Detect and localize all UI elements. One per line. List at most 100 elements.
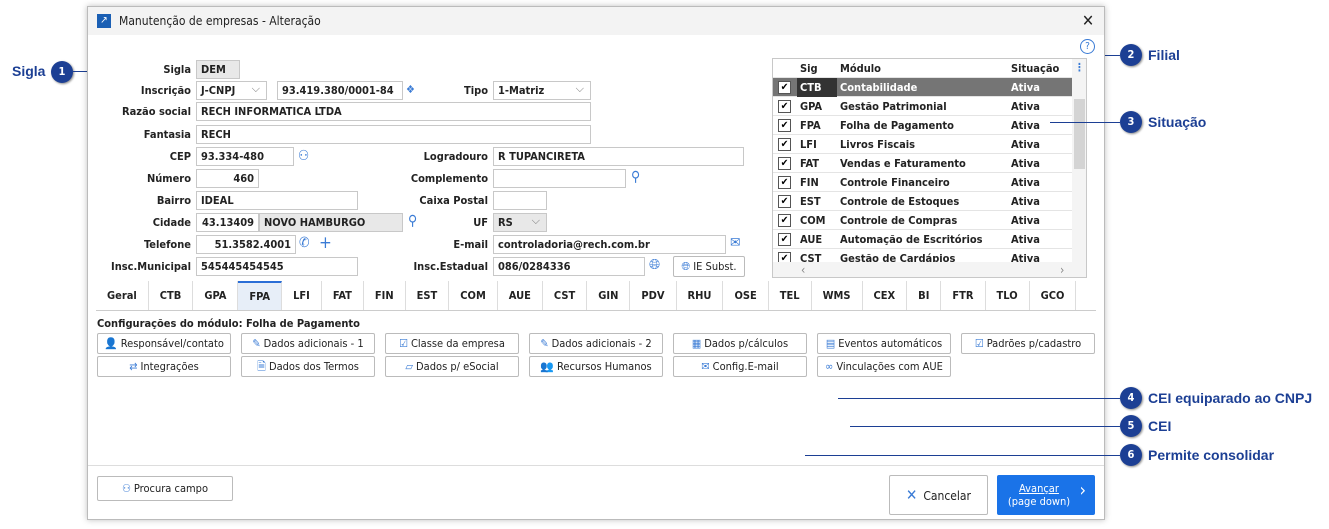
tab-fpa[interactable]: FPA [238, 281, 283, 310]
row-sig: COM [800, 214, 826, 227]
config-button-dados-adicionais-1[interactable]: ✎ Dados adicionais - 1 [241, 333, 375, 354]
module-checkbox[interactable]: ✔ [778, 157, 791, 170]
module-checkbox[interactable]: ✔ [778, 195, 791, 208]
help-icon[interactable]: ? [1080, 39, 1095, 54]
column-menu-icon[interactable]: ⋮ [1072, 61, 1086, 74]
tab-tel[interactable]: TEL [769, 281, 812, 310]
logradouro-field[interactable]: R TUPANCIRETA [493, 147, 744, 166]
tab-ctb[interactable]: CTB [149, 281, 194, 310]
module-checkbox[interactable]: ✔ [778, 119, 791, 132]
grid-row[interactable]: ✔ EST Controle de Estoques Ativa [773, 192, 1072, 211]
config-button-dados-p-c-lculos[interactable]: ▦ Dados p/cálculos [673, 333, 807, 354]
tab-pdv[interactable]: PDV [630, 281, 677, 310]
ie-subst-button[interactable]: 🌐︎ IE Subst. [673, 256, 745, 277]
grid-row[interactable]: ✔ FPA Folha de Pagamento Ativa [773, 116, 1072, 135]
grid-row[interactable]: ✔ LFI Livros Fiscais Ativa [773, 135, 1072, 154]
scroll-right-icon[interactable]: › [1060, 262, 1064, 277]
tab-fat[interactable]: FAT [322, 281, 364, 310]
tab-lfi[interactable]: LFI [282, 281, 322, 310]
horizontal-scrollbar[interactable]: ‹ › [773, 262, 1086, 277]
module-checkbox[interactable]: ✔ [778, 81, 791, 94]
config-button-padr-es-p-cadastro[interactable]: ☑ Padrões p/cadastro [961, 333, 1095, 354]
grid-row[interactable]: ✔ FIN Controle Financeiro Ativa [773, 173, 1072, 192]
tab-aue[interactable]: AUE [498, 281, 543, 310]
complemento-field[interactable] [493, 169, 626, 188]
procura-campo-button[interactable]: ⚇ Procura campo [97, 476, 233, 501]
cancel-button[interactable]: ✕ Cancelar [889, 475, 988, 515]
config-icon: ✎ [252, 337, 261, 350]
grid-row[interactable]: ✔ COM Controle de Compras Ativa [773, 211, 1072, 230]
col-modulo[interactable]: Módulo [837, 59, 881, 78]
config-button-respons-vel-contato[interactable]: 👤 Responsável/contato [97, 333, 231, 354]
config-button-dados-dos-termos[interactable]: 🗎 Dados dos Termos [241, 356, 375, 377]
whatsapp-icon[interactable]: ✆ [299, 234, 310, 253]
advance-button[interactable]: Avançar (page down) › [997, 475, 1095, 515]
tab-gin[interactable]: GIN [587, 281, 631, 310]
fantasia-field[interactable]: RECH [196, 125, 591, 144]
inscricao-type-select[interactable]: J-CNPJ [196, 81, 267, 100]
col-situacao[interactable]: Situação [1008, 59, 1059, 78]
config-icon: ☑ [974, 337, 984, 350]
email-send-icon[interactable]: ✉ [730, 234, 741, 253]
module-checkbox[interactable]: ✔ [778, 214, 791, 227]
config-button-eventos-autom-ticos[interactable]: ▤ Eventos automáticos [817, 333, 951, 354]
config-button-config-e-mail[interactable]: ✉ Config.E-mail [673, 356, 807, 377]
globe-icon[interactable]: 🌐︎ [649, 256, 660, 275]
complemento-label: Complemento [410, 172, 488, 185]
bairro-field[interactable]: IDEAL [196, 191, 358, 210]
tab-bi[interactable]: BI [907, 281, 942, 310]
module-checkbox[interactable]: ✔ [778, 233, 791, 246]
scroll-left-icon[interactable]: ‹ [801, 262, 805, 277]
telefone-field[interactable]: 51.3582.4001 [196, 235, 296, 254]
grid-row[interactable]: ✔ GPA Gestão Patrimonial Ativa [773, 97, 1072, 116]
tab-tlo[interactable]: TLO [986, 281, 1030, 310]
numero-field[interactable]: 460 [196, 169, 259, 188]
col-sig[interactable]: Sig [797, 59, 818, 78]
caixa-postal-field[interactable] [493, 191, 547, 210]
config-button-classe-da-empresa[interactable]: ☑ Classe da empresa [385, 333, 519, 354]
cidade-code-field[interactable]: 43.13409 [196, 213, 259, 232]
tab-rhu[interactable]: RHU [677, 281, 724, 310]
module-checkbox[interactable]: ✔ [778, 176, 791, 189]
config-button-integra-es[interactable]: ⇄ Integrações [97, 356, 231, 377]
insc-estadual-field[interactable]: 086/0284336 [493, 257, 645, 276]
tab-gco[interactable]: GCO [1030, 281, 1077, 310]
module-checkbox[interactable]: ✔ [778, 138, 791, 151]
cep-field[interactable]: 93.334-480 [196, 147, 294, 166]
callout-5: 5 [1120, 415, 1142, 437]
tab-ftr[interactable]: FTR [941, 281, 986, 310]
config-button-recursos-humanos[interactable]: 👥 Recursos Humanos [529, 356, 663, 377]
tab-wms[interactable]: WMS [812, 281, 863, 310]
config-button-dados-adicionais-2[interactable]: ✎ Dados adicionais - 2 [529, 333, 663, 354]
tab-geral[interactable]: Geral [96, 281, 149, 310]
numero-label: Número [146, 172, 191, 185]
config-button-label: Classe da empresa [410, 337, 505, 350]
razao-field[interactable]: RECH INFORMATICA LTDA [196, 102, 591, 121]
module-checkbox[interactable]: ✔ [778, 100, 791, 113]
vertical-scrollbar[interactable]: ⋮ [1072, 59, 1086, 262]
sigla-field[interactable]: DEM [196, 60, 240, 79]
tab-ose[interactable]: OSE [723, 281, 769, 310]
insc-municipal-field[interactable]: 545445454545 [196, 257, 358, 276]
tipo-select[interactable]: 1-Matriz [493, 81, 591, 100]
plus-icon[interactable]: + [319, 234, 332, 253]
cnpj-field[interactable]: 93.419.380/0001-84 [277, 81, 403, 100]
tab-com[interactable]: COM [449, 281, 498, 310]
tab-est[interactable]: EST [406, 281, 450, 310]
uf-select[interactable]: RS [493, 213, 547, 232]
scroll-thumb[interactable] [1074, 99, 1085, 169]
tab-fin[interactable]: FIN [364, 281, 406, 310]
config-button-vincula-es-com-aue[interactable]: ∞ Vinculações com AUE [817, 356, 951, 377]
map-pin-icon[interactable]: ⚲ [631, 168, 640, 187]
config-button-dados-p-esocial[interactable]: ▱ Dados p/ eSocial [385, 356, 519, 377]
grid-row[interactable]: ✔ CTB Contabilidade Ativa [773, 78, 1072, 97]
tab-cst[interactable]: CST [543, 281, 588, 310]
tab-cex[interactable]: CEX [863, 281, 908, 310]
close-button[interactable]: ✕ [1082, 11, 1094, 30]
email-field[interactable]: controladoria@rech.com.br [493, 235, 726, 254]
grid-row[interactable]: ✔ AUE Automação de Escritórios Ativa [773, 230, 1072, 249]
binoculars-icon[interactable]: ⚇ [298, 147, 309, 166]
tab-gpa[interactable]: GPA [193, 281, 239, 310]
row-situacao: Ativa [1011, 195, 1040, 208]
grid-row[interactable]: ✔ FAT Vendas e Faturamento Ativa [773, 154, 1072, 173]
